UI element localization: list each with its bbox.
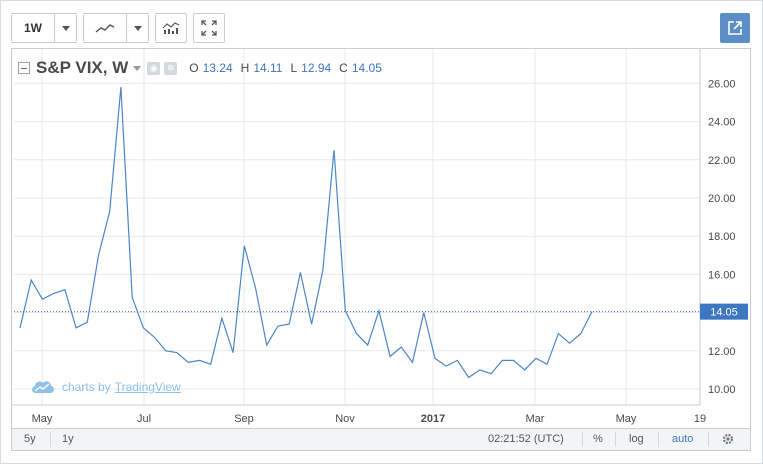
x-tick-label: Mar bbox=[526, 413, 545, 425]
close-value: 14.05 bbox=[351, 61, 382, 75]
log-scale-toggle[interactable]: log bbox=[629, 433, 644, 445]
vix-series-line[interactable] bbox=[19, 87, 593, 379]
open-label: O bbox=[189, 61, 199, 75]
x-tick-label: May bbox=[616, 413, 637, 425]
fullscreen-group bbox=[193, 13, 225, 43]
high-value: 14.11 bbox=[253, 61, 283, 75]
indicators-button[interactable] bbox=[156, 14, 186, 42]
chevron-down-icon bbox=[133, 25, 142, 31]
cloud-logo-icon bbox=[32, 381, 54, 393]
tradingview-watermark[interactable]: charts by TradingView bbox=[30, 379, 181, 395]
high-label: H bbox=[240, 61, 250, 75]
interval-selector: 1W bbox=[11, 13, 77, 43]
tradingview-link[interactable]: TradingView bbox=[115, 380, 181, 394]
y-tick-label: 10.00 bbox=[708, 384, 736, 396]
x-tick-label: Sep bbox=[234, 413, 254, 425]
chevron-down-icon[interactable] bbox=[133, 65, 142, 71]
interval-button[interactable]: 1W bbox=[12, 14, 54, 42]
divider bbox=[658, 432, 659, 447]
y-tick-label: 12.00 bbox=[708, 346, 736, 358]
chart-settings-button[interactable] bbox=[721, 432, 735, 449]
range-1y-button[interactable]: 1y bbox=[62, 433, 74, 445]
price-chart[interactable]: 10.0012.0014.0016.0018.0020.0022.0024.00… bbox=[12, 49, 750, 428]
indicators-group bbox=[155, 13, 187, 43]
gear-icon bbox=[722, 433, 734, 445]
y-tick-label: 26.00 bbox=[708, 78, 736, 90]
bottom-toolbar: 5y 1y 02:21:52 (UTC) % log auto bbox=[11, 429, 751, 451]
auto-scale-toggle[interactable]: auto bbox=[672, 433, 693, 445]
chart-widget: 1W 10.00 12.00 16.00 18.00 20.00 22.00 2… bbox=[0, 0, 763, 464]
divider bbox=[708, 432, 709, 447]
open-value: 13.24 bbox=[202, 61, 233, 75]
symbol-title[interactable]: S&P VIX, W bbox=[36, 58, 128, 78]
interval-dropdown-button[interactable] bbox=[54, 14, 76, 42]
y-tick-label: 18.00 bbox=[708, 231, 736, 243]
divider bbox=[582, 432, 583, 447]
fullscreen-icon bbox=[201, 20, 217, 36]
settings-small-icon[interactable]: ✲ bbox=[164, 61, 178, 75]
chart-style-button[interactable] bbox=[84, 14, 126, 42]
chart-style-selector bbox=[83, 13, 149, 43]
divider bbox=[50, 432, 51, 447]
chart-pane[interactable]: 10.0012.0014.0016.0018.0020.0022.0024.00… bbox=[11, 48, 751, 429]
indicators-icon bbox=[162, 22, 180, 34]
divider bbox=[615, 432, 616, 447]
x-tick-label: 2017 bbox=[421, 413, 445, 425]
close-label: C bbox=[339, 61, 348, 75]
x-tick-label: Nov bbox=[335, 413, 355, 425]
popout-button[interactable] bbox=[720, 13, 750, 43]
fullscreen-button[interactable] bbox=[194, 14, 224, 42]
y-tick-label: 22.00 bbox=[708, 155, 736, 167]
low-value: 12.94 bbox=[301, 61, 332, 75]
x-tick-label: 19 bbox=[694, 413, 706, 425]
range-5y-button[interactable]: 5y bbox=[24, 433, 36, 445]
watermark-prefix: charts by bbox=[62, 380, 111, 394]
line-chart-icon bbox=[95, 24, 115, 33]
chart-style-dropdown-button[interactable] bbox=[126, 14, 148, 42]
top-toolbar: 1W bbox=[11, 13, 225, 43]
x-tick-label: Jul bbox=[137, 413, 151, 425]
last-value-label: 14.05 bbox=[710, 307, 738, 319]
collapse-legend-icon[interactable] bbox=[18, 62, 30, 74]
utc-clock[interactable]: 02:21:52 (UTC) bbox=[488, 433, 564, 445]
percent-scale-toggle[interactable]: % bbox=[593, 433, 603, 445]
chevron-down-icon bbox=[61, 25, 70, 31]
y-tick-label: 16.00 bbox=[708, 269, 736, 281]
low-label: L bbox=[290, 61, 298, 75]
popout-icon bbox=[728, 21, 742, 35]
x-tick-label: May bbox=[32, 413, 53, 425]
y-tick-label: 20.00 bbox=[708, 193, 736, 205]
y-tick-label: 24.00 bbox=[708, 117, 736, 129]
visibility-icon[interactable]: ◉ bbox=[147, 61, 161, 75]
series-legend: S&P VIX, W ◉ ✲ O 13.24 H 14.11 L 12.94 C… bbox=[18, 58, 382, 78]
